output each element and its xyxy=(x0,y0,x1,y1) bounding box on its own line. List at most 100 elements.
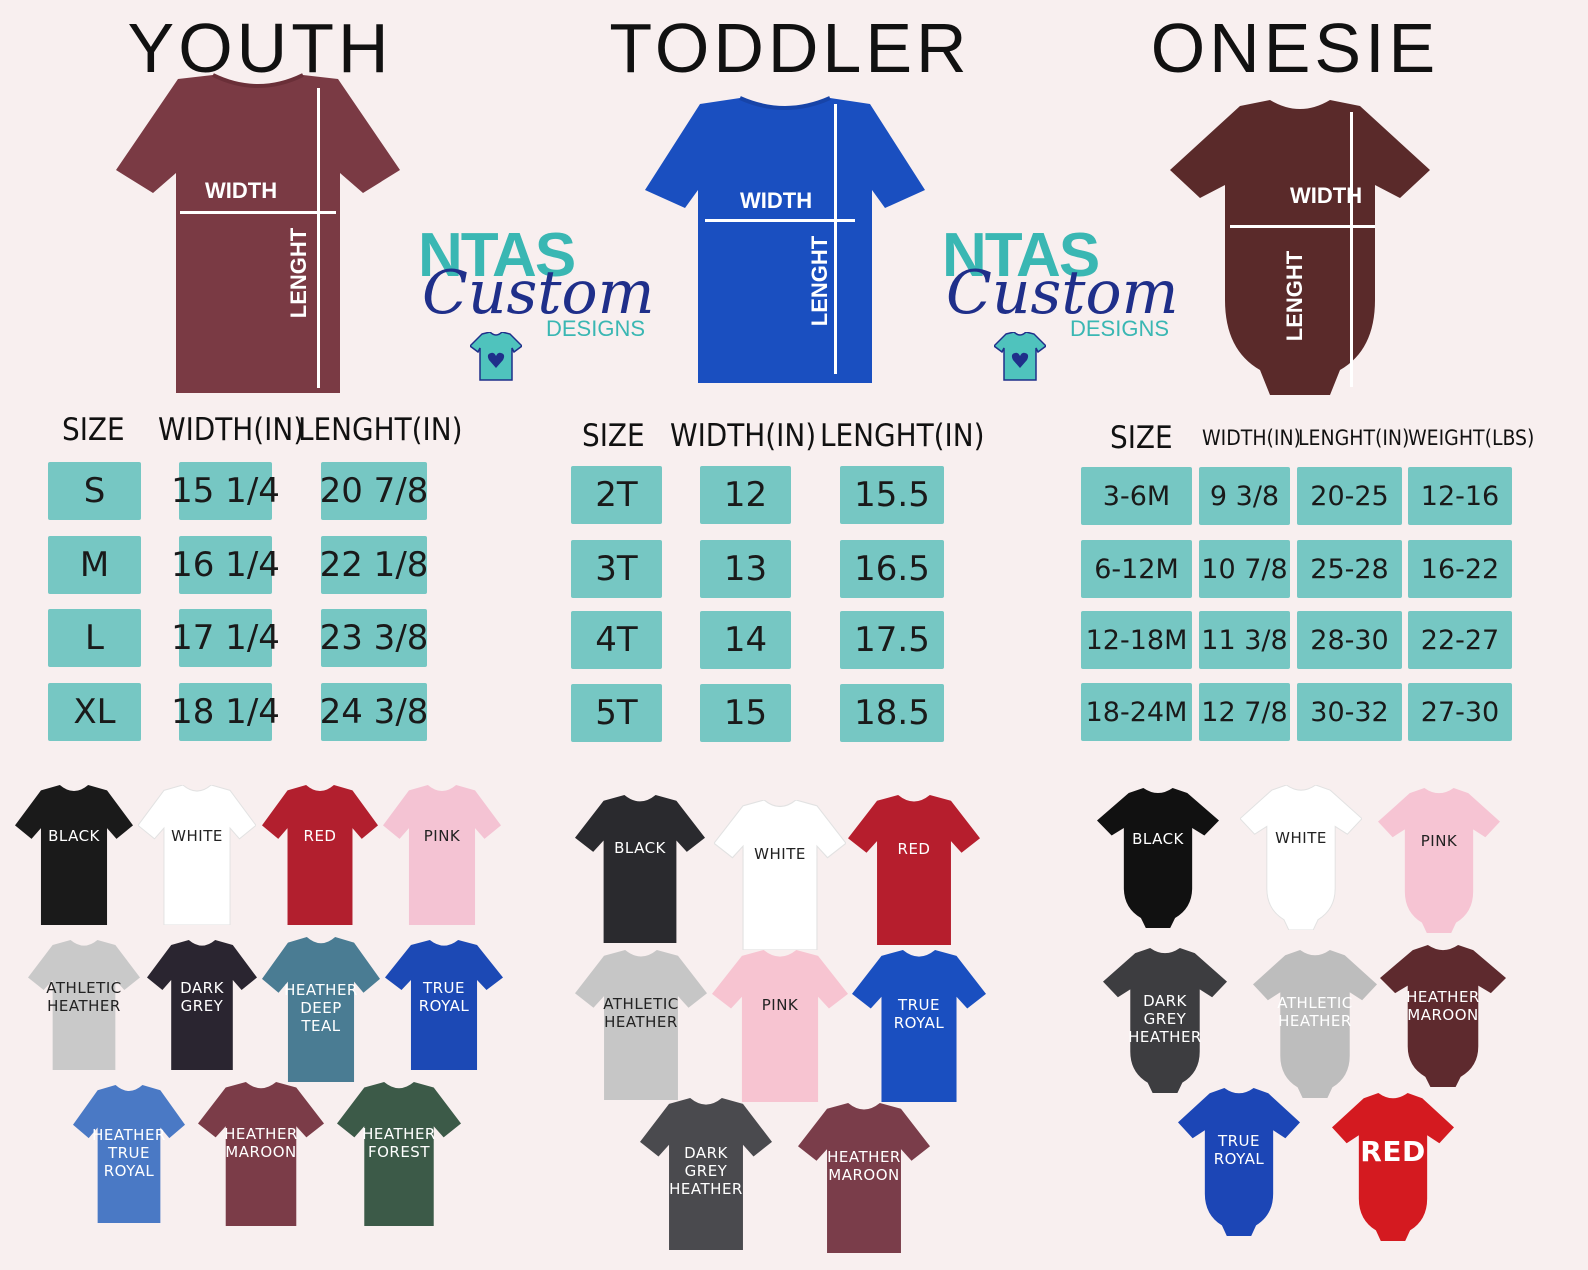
toddler-width-cell: 12 xyxy=(700,466,791,524)
youth-color-label: WHITE xyxy=(171,827,223,845)
youth-color-label: HEATHER TRUE ROYAL xyxy=(92,1126,166,1181)
toddler-length-cell: 16.5 xyxy=(840,540,944,598)
toddler-width-line xyxy=(705,219,855,222)
youth-color-garment xyxy=(138,785,256,925)
onesie-weight-cell: 12-16 xyxy=(1408,467,1512,525)
onesie-length-label: LENGHT xyxy=(1282,250,1308,342)
youth-size-cell: L xyxy=(48,609,141,667)
onesie-width-line xyxy=(1230,225,1375,228)
youth-length-cell: 20 7/8 xyxy=(320,462,428,520)
onesie-width-cell: 12 7/8 xyxy=(1199,683,1290,741)
onesie-color-label: PINK xyxy=(1420,831,1458,850)
youth-length-cell: 24 3/8 xyxy=(320,683,428,741)
toddler-size-cell: 2T xyxy=(571,466,662,524)
logo-heart-shirt-icon xyxy=(994,332,1046,381)
youth-size-cell: M xyxy=(48,536,141,594)
toddler-color-label: ATHLETIC HEATHER xyxy=(603,995,679,1031)
youth-width-cell: 16 1/4 xyxy=(171,536,280,594)
onesie-weight-cell: 27-30 xyxy=(1408,683,1512,741)
logo-heart-shirt-icon xyxy=(470,332,522,381)
toddler-color-label: HEATHER MAROON xyxy=(827,1148,901,1184)
toddler-color-label: RED xyxy=(897,840,931,858)
onesie-size-cell: 3-6M xyxy=(1081,467,1192,525)
youth-width-label: WIDTH xyxy=(205,178,278,203)
youth-color-label: HEATHER DEEP TEAL xyxy=(284,980,358,1035)
onesie-width-cell: 9 3/8 xyxy=(1199,467,1290,525)
youth-color-label: ATHLETIC HEATHER xyxy=(46,979,122,1015)
onesie-length-cell: 28-30 xyxy=(1297,611,1402,669)
toddler-header-length: LENGHT(IN) xyxy=(820,418,985,454)
onesie-header-size: SIZE xyxy=(1110,420,1173,456)
onesie-size-cell: 12-18M xyxy=(1081,611,1192,669)
youth-color-label: RED xyxy=(303,827,337,845)
toddler-width-cell: 14 xyxy=(700,611,791,669)
youth-header-width: WIDTH(IN) xyxy=(158,412,305,448)
onesie-color-label: TRUE ROYAL xyxy=(1213,1132,1265,1169)
youth-length-cell: 23 3/8 xyxy=(320,609,428,667)
onesie-width-cell: 10 7/8 xyxy=(1199,540,1290,598)
youth-width-cell: 18 1/4 xyxy=(171,683,280,741)
toddler-length-cell: 18.5 xyxy=(840,684,944,742)
onesie-length-line xyxy=(1350,112,1353,387)
onesie-weight-cell: 22-27 xyxy=(1408,611,1512,669)
toddler-size-cell: 3T xyxy=(571,540,662,598)
youth-color-label: BLACK xyxy=(48,827,100,845)
toddler-color-garment xyxy=(848,795,980,945)
toddler-color-label: DARK GREY HEATHER xyxy=(669,1143,743,1198)
youth-length-label: LENGHT xyxy=(286,227,312,319)
toddler-title: TODDLER xyxy=(609,9,971,87)
toddler-color-label: TRUE ROYAL xyxy=(893,995,945,1032)
youth-length-line xyxy=(317,88,320,388)
youth-width-line xyxy=(180,211,336,214)
toddler-color-label: PINK xyxy=(761,995,799,1014)
onesie-color-garment xyxy=(1097,788,1219,928)
toddler-width-label: WIDTH xyxy=(740,188,813,213)
toddler-header-size: SIZE xyxy=(582,418,645,454)
onesie-size-cell: 18-24M xyxy=(1081,683,1192,741)
youth-color-label: HEATHER FOREST xyxy=(362,1125,436,1162)
toddler-color-garment xyxy=(575,795,705,943)
youth-header-length: LENGHT(IN) xyxy=(298,412,463,448)
onesie-length-cell: 25-28 xyxy=(1297,540,1402,598)
toddler-length-cell: 15.5 xyxy=(840,466,944,524)
onesie-color-label: BLACK xyxy=(1132,830,1184,848)
toddler-hero-shirt xyxy=(645,96,925,383)
onesie-color-garment xyxy=(1240,785,1362,930)
toddler-color-label: BLACK xyxy=(614,839,666,858)
toddler-length-line xyxy=(834,104,837,374)
onesie-color-label: RED xyxy=(1360,1135,1426,1169)
youth-color-label: TRUE ROYAL xyxy=(418,979,470,1015)
youth-color-garment xyxy=(383,785,501,925)
toddler-color-garment xyxy=(714,800,846,950)
onesie-color-garment xyxy=(1378,788,1500,933)
youth-color-garment xyxy=(15,785,133,925)
onesie-length-cell: 30-32 xyxy=(1297,683,1402,741)
youth-width-cell: 17 1/4 xyxy=(171,609,280,667)
youth-color-garment xyxy=(262,785,378,925)
logo-designs-text: DESIGNS xyxy=(1070,316,1170,341)
toddler-width-cell: 15 xyxy=(700,684,791,742)
toddler-header-width: WIDTH(IN) xyxy=(670,418,817,454)
onesie-size-cell: 6-12M xyxy=(1081,540,1192,598)
onesie-length-cell: 20-25 xyxy=(1297,467,1402,525)
youth-header-size: SIZE xyxy=(62,412,125,448)
onesie-color-label: DARK GREY HEATHER xyxy=(1128,991,1202,1046)
toddler-size-cell: 4T xyxy=(571,611,662,669)
youth-size-cell: XL xyxy=(48,683,141,741)
ntas-logo-left: NTAS Custom DESIGNS xyxy=(418,220,654,385)
logo-designs-text: DESIGNS xyxy=(546,316,646,341)
youth-color-label: PINK xyxy=(423,827,461,845)
onesie-header-width: WIDTH(IN) xyxy=(1202,426,1301,450)
youth-length-cell: 22 1/8 xyxy=(320,536,428,594)
ntas-logo-right: NTAS Custom DESIGNS xyxy=(942,220,1178,385)
onesie-color-label: ATHLETIC HEATHER xyxy=(1277,994,1353,1031)
onesie-width-cell: 11 3/8 xyxy=(1199,611,1290,669)
onesie-header-length: LENGHT(IN) xyxy=(1298,426,1410,450)
youth-size-cell: S xyxy=(48,462,141,520)
youth-color-label: HEATHER MAROON xyxy=(224,1125,298,1162)
onesie-title: ONESIE xyxy=(1150,9,1440,87)
toddler-color-garment xyxy=(712,950,848,1102)
youth-width-cell: 15 1/4 xyxy=(171,462,280,520)
onesie-header-weight: WEIGHT(LBS) xyxy=(1408,426,1535,450)
toddler-size-cell: 5T xyxy=(571,684,662,742)
